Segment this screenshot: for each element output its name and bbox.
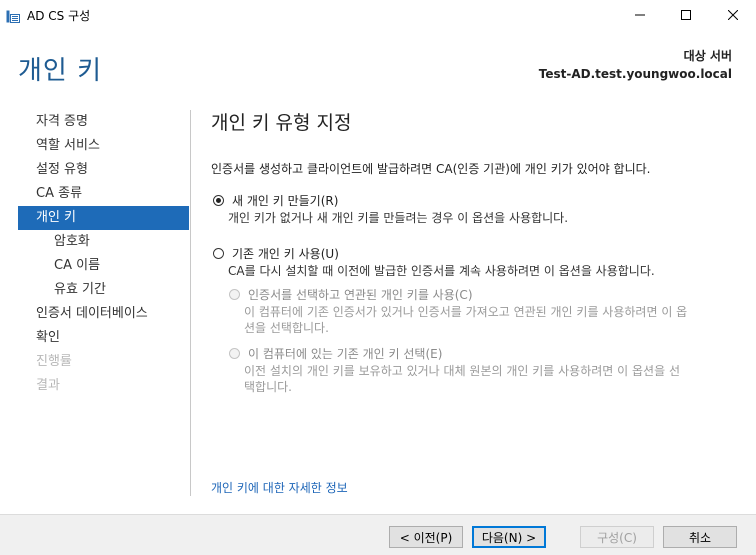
radio-label: 새 개인 키 만들기(R) (232, 194, 339, 208)
radio-button-disabled (229, 289, 240, 300)
more-info-link[interactable]: 개인 키에 대한 자세한 정보 (211, 479, 348, 496)
radio-button-disabled (229, 348, 240, 359)
select-cert-description: 이 컴퓨터에 기존 인증서가 있거나 인증서를 가져오고 연관된 개인 키를 사… (244, 304, 687, 336)
nav-item-credentials[interactable]: 자격 증명 (18, 110, 189, 134)
nav-item-private-key[interactable]: 개인 키 (18, 206, 189, 230)
window-title: AD CS 구성 (27, 9, 91, 23)
next-button[interactable]: 다음(N) > (472, 526, 546, 548)
description-line: 션을 선택합니다. (244, 321, 329, 335)
title-bar: AD CS 구성 (0, 0, 756, 30)
close-button[interactable] (710, 0, 756, 30)
description-line: 이전 설치의 개인 키를 보유하고 있거나 대체 원본의 개인 키를 사용하려면… (244, 364, 680, 378)
section-title: 개인 키 유형 지정 (211, 112, 352, 134)
radio-new-private-key[interactable]: 새 개인 키 만들기(R) (213, 192, 338, 209)
radio-button-checked[interactable] (213, 195, 224, 206)
nav-item-cryptography[interactable]: 암호화 (18, 230, 189, 254)
nav-item-confirmation[interactable]: 확인 (18, 326, 189, 350)
maximize-button[interactable] (663, 0, 709, 30)
new-key-description: 개인 키가 없거나 새 개인 키를 만들려는 경우 이 옵션을 사용합니다. (228, 211, 569, 225)
nav-item-progress: 진행률 (36, 354, 72, 369)
minimize-icon (635, 14, 645, 16)
radio-label: 인증서를 선택하고 연관된 개인 키를 사용(C) (248, 288, 473, 302)
nav-item-certificate-database[interactable]: 인증서 데이터베이스 (18, 302, 189, 326)
nav-item-setup-type[interactable]: 설정 유형 (18, 158, 189, 182)
radio-label: 이 컴퓨터에 있는 기존 개인 키 선택(E) (248, 347, 443, 361)
cancel-button[interactable]: 취소 (663, 526, 737, 548)
radio-existing-private-key[interactable]: 기존 개인 키 사용(U) (213, 245, 339, 262)
radio-select-existing-key: 이 컴퓨터에 있는 기존 개인 키 선택(E) (229, 345, 442, 362)
nav-item-ca-name[interactable]: CA 이름 (18, 254, 189, 278)
minimize-button[interactable] (617, 0, 663, 30)
sidebar-divider (190, 110, 191, 496)
close-icon (728, 10, 738, 20)
previous-button[interactable]: < 이전(P) (389, 526, 463, 548)
nav-item-ca-type[interactable]: CA 종류 (18, 182, 189, 206)
intro-text: 인증서를 생성하고 클라이언트에 발급하려면 CA(인증 기관)에 개인 키가 … (211, 162, 651, 176)
radio-label: 기존 개인 키 사용(U) (232, 247, 339, 261)
target-server-label: 대상 서버 (683, 49, 732, 63)
target-server-value: Test-AD.test.youngwoo.local (538, 67, 732, 81)
wizard-steps-nav: 자격 증명 역할 서비스 설정 유형 CA 종류 개인 키 암호화 CA 이름 … (18, 110, 189, 398)
configure-button: 구성(C) (580, 526, 654, 548)
description-line: 택합니다. (244, 380, 292, 394)
app-icon (6, 8, 20, 23)
radio-button[interactable] (213, 248, 224, 259)
nav-item-role-services[interactable]: 역할 서비스 (18, 134, 189, 158)
existing-key-description: CA를 다시 설치할 때 이전에 발급한 인증서를 계속 사용하려면 이 옵션을… (228, 264, 655, 278)
select-key-description: 이전 설치의 개인 키를 보유하고 있거나 대체 원본의 개인 키를 사용하려면… (244, 363, 680, 395)
radio-select-certificate: 인증서를 선택하고 연관된 개인 키를 사용(C) (229, 286, 473, 303)
footer-bar: < 이전(P) 다음(N) > 구성(C) 취소 (0, 514, 756, 555)
description-line: 이 컴퓨터에 기존 인증서가 있거나 인증서를 가져오고 연관된 개인 키를 사… (244, 305, 688, 319)
nav-item-results: 결과 (36, 378, 60, 393)
page-title: 개인 키 (18, 56, 103, 86)
maximize-icon (681, 10, 691, 20)
nav-item-validity-period[interactable]: 유효 기간 (18, 278, 189, 302)
